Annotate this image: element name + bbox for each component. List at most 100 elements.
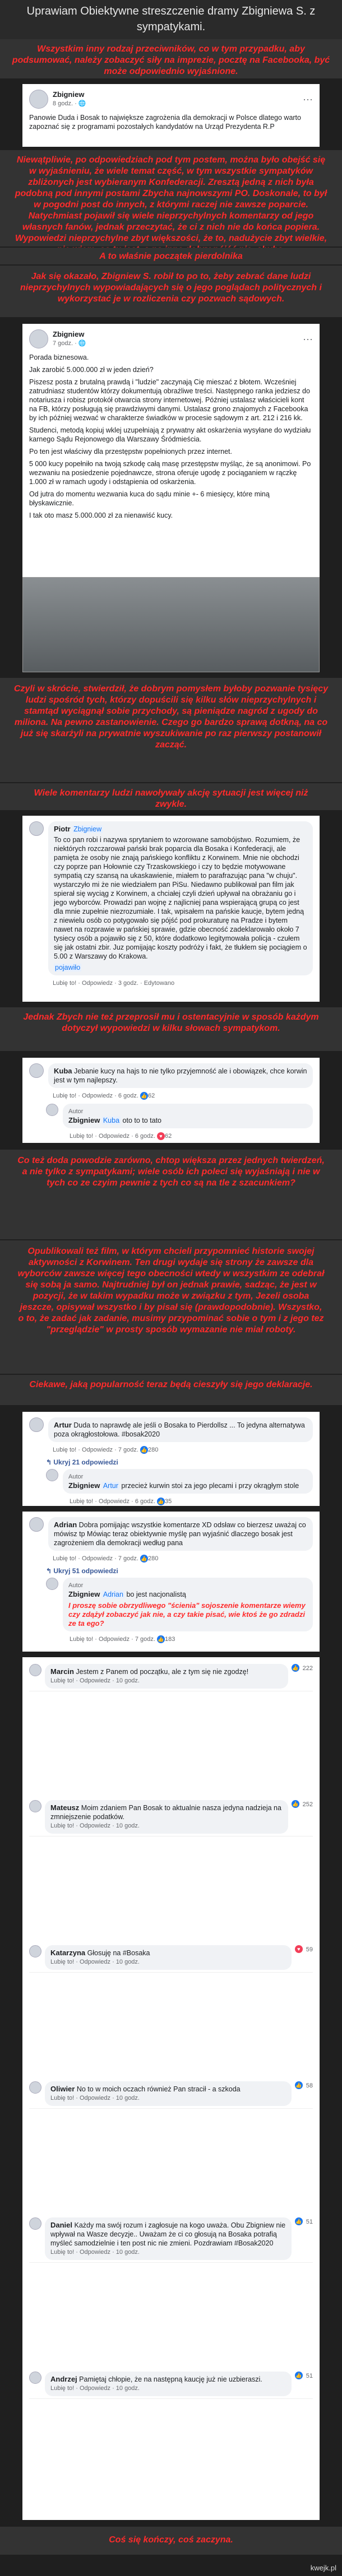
post-photo[interactable]: [22, 577, 320, 672]
post-paragraph: Studenci, metodą kopiuj wklej uzupełniaj…: [29, 426, 311, 443]
reaction-count[interactable]: 222: [303, 1664, 313, 1673]
like-link[interactable]: Lubię to!: [70, 1133, 93, 1140]
comment-author[interactable]: Mateusz: [50, 1803, 79, 1812]
like-link[interactable]: Lubię to!: [70, 1498, 93, 1505]
comment-time: 6 godz.: [135, 1133, 155, 1140]
reply-link[interactable]: Odpowiedz: [99, 1133, 130, 1140]
reply-author[interactable]: Zbigniew: [68, 1116, 100, 1124]
reply-link[interactable]: Odpowiedz: [99, 1498, 130, 1505]
comment-actions[interactable]: Lubię to! · Odpowiedz · 10 godz.: [50, 2094, 286, 2103]
more-options-icon[interactable]: ···: [303, 334, 313, 344]
comment-actions[interactable]: Lubię to! · Odpowiedz · 10 godz.: [50, 2248, 286, 2257]
reply-link[interactable]: Odpowiedz: [82, 980, 113, 987]
list-item: Andrzej Pamiętaj chłopie, że na następną…: [29, 2369, 313, 2399]
author-badge: Autor: [68, 1582, 84, 1589]
post-paragraph: 5 000 kucy popełniło na twoją szkodę cał…: [29, 460, 311, 486]
reply-link[interactable]: Odpowiedz: [82, 1447, 113, 1453]
comment-author[interactable]: Kuba: [54, 1067, 72, 1075]
like-link[interactable]: Lubię to!: [70, 1636, 93, 1643]
mention-tag[interactable]: Kuba: [101, 1117, 121, 1124]
avatar[interactable]: [29, 1063, 44, 1078]
like-icon: 👍: [156, 1635, 165, 1643]
post-paragraph: Od jutra do momentu wezwania kuca do sąd…: [29, 490, 270, 507]
post-paragraph: I tak oto masz 5.000.000 zł za nienawiść…: [29, 512, 173, 519]
reaction-count[interactable]: 183: [165, 1636, 175, 1643]
avatar[interactable]: [46, 1469, 58, 1481]
list-item: Marcin Jestem z Panem od początku, ale z…: [29, 1662, 313, 1691]
comment-text: Każdy ma swój rozum i zagłosuje na kogo …: [50, 2221, 286, 2247]
comment-author[interactable]: Marcin: [50, 1667, 74, 1676]
avatar[interactable]: [29, 2372, 41, 2384]
avatar[interactable]: [29, 2217, 41, 2230]
reaction-count[interactable]: 280: [148, 1555, 158, 1562]
avatar[interactable]: [29, 821, 44, 836]
reply-link[interactable]: Odpowiedz: [82, 1555, 113, 1562]
comment-bubble: Artur Duda to naprawdę ale jeśli o Bosak…: [48, 1417, 313, 1442]
comment-actions: Lubię to! · Odpowiedz · 7 godz. 👍280: [53, 1446, 159, 1454]
avatar[interactable]: [29, 329, 48, 348]
reaction-count[interactable]: 59: [306, 1945, 313, 1954]
like-icon: 👍: [140, 1555, 148, 1563]
comment-actions[interactable]: Lubię to! · Odpowiedz · 10 godz.: [50, 1957, 286, 1966]
avatar[interactable]: [46, 1104, 58, 1116]
like-link[interactable]: Lubię to!: [53, 980, 76, 987]
avatar[interactable]: [29, 1417, 44, 1432]
mention-tag[interactable]: Adrian: [101, 1591, 124, 1598]
reaction-count[interactable]: 51: [306, 2372, 313, 2380]
comment-author[interactable]: Katarzyna: [50, 1949, 85, 1957]
avatar[interactable]: [29, 1517, 44, 1532]
caption-5: Wiele komentarzy ludzi nawoływały akcję …: [0, 783, 342, 810]
reaction-count[interactable]: 280: [148, 1447, 158, 1453]
avatar[interactable]: [29, 1800, 41, 1812]
hide-replies-link[interactable]: ↰ Ukryj 21 odpowiedzi: [46, 1458, 313, 1467]
like-link[interactable]: Lubię to!: [53, 1092, 76, 1099]
avatar[interactable]: [29, 2081, 41, 2094]
comment-author[interactable]: Piotr: [54, 825, 71, 833]
avatar[interactable]: [29, 1945, 41, 1957]
intro-caption: Wszystkim inny rodzaj przeciwników, co w…: [0, 39, 342, 78]
comment-text: Moim zdaniem Pan Bosak to aktualnie nasz…: [50, 1804, 281, 1821]
comment-text: No to w moich oczach również Pan stracił…: [76, 2085, 241, 2093]
reply-bubble: Autor Zbigniew Adrian bo jest nacjonalis…: [63, 1578, 313, 1631]
mention-tag[interactable]: Zbigniew: [72, 825, 103, 833]
reaction-count[interactable]: 62: [165, 1133, 172, 1140]
reaction-count[interactable]: 51: [306, 2217, 313, 2226]
comment-author[interactable]: Artur: [54, 1421, 72, 1429]
comment-actions[interactable]: Lubię to! · Odpowiedz · 10 godz.: [50, 2384, 286, 2393]
comment-text: Jebanie kucy na hajs to nie tylko przyje…: [54, 1067, 307, 1084]
avatar[interactable]: [29, 90, 48, 109]
comment-author[interactable]: Daniel: [50, 2221, 72, 2229]
reply-link[interactable]: Odpowiedz: [82, 1092, 113, 1099]
reaction-count[interactable]: 35: [165, 1498, 172, 1505]
comment-author[interactable]: Adrian: [54, 1521, 77, 1529]
comment-author[interactable]: Andrzej: [50, 2375, 77, 2383]
caption-7: Co też doda powodzie zarówno, chtop więk…: [0, 1150, 342, 1239]
mention-tag[interactable]: Artur: [101, 1482, 119, 1490]
post-author[interactable]: Zbigniew: [53, 330, 86, 339]
reaction-count[interactable]: 252: [303, 1800, 313, 1809]
comment-actions[interactable]: Lubię to! · Odpowiedz · 10 godz.: [50, 1676, 283, 1685]
comment-bubble: Kuba Jebanie kucy na hajs to nie tylko p…: [48, 1063, 313, 1088]
comment-thread-2: Kuba Jebanie kucy na hajs to nie tylko p…: [22, 1058, 320, 1143]
caption-2: A to właśnie początek pierdolnika: [0, 248, 342, 264]
like-icon: 👍: [294, 2372, 303, 2379]
avatar[interactable]: [29, 1664, 41, 1676]
list-item: Mateusz Moim zdaniem Pan Bosak to aktual…: [29, 1798, 313, 1836]
comment-actions[interactable]: Lubię to! · Odpowiedz · 10 godz.: [50, 1821, 283, 1830]
reply-author[interactable]: Zbigniew: [68, 1590, 100, 1598]
reaction-count[interactable]: 58: [306, 2081, 313, 2090]
reaction-count[interactable]: 62: [148, 1092, 155, 1099]
page-title: Uprawiam Obiektywne streszczenie dramy Z…: [0, 0, 342, 39]
reply-author[interactable]: Zbigniew: [68, 1481, 100, 1490]
more-options-icon[interactable]: ···: [303, 94, 313, 104]
comment-text: Duda to naprawdę ale jeśli o Bosaka to P…: [54, 1421, 305, 1438]
post-author[interactable]: Zbigniew: [53, 90, 86, 99]
like-link[interactable]: Lubię to!: [53, 1555, 76, 1562]
reply-link[interactable]: Odpowiedz: [99, 1636, 130, 1643]
highlighted-word: pojawiło: [54, 964, 82, 971]
hide-replies-link[interactable]: ↰ Ukryj 51 odpowiedzi: [46, 1566, 313, 1575]
comment-author[interactable]: Oliwier: [50, 2085, 75, 2093]
avatar[interactable]: [46, 1578, 58, 1590]
caption-6: Jednak Zbych nie też przeprosił mu i ost…: [0, 1007, 342, 1051]
like-link[interactable]: Lubię to!: [53, 1447, 76, 1453]
